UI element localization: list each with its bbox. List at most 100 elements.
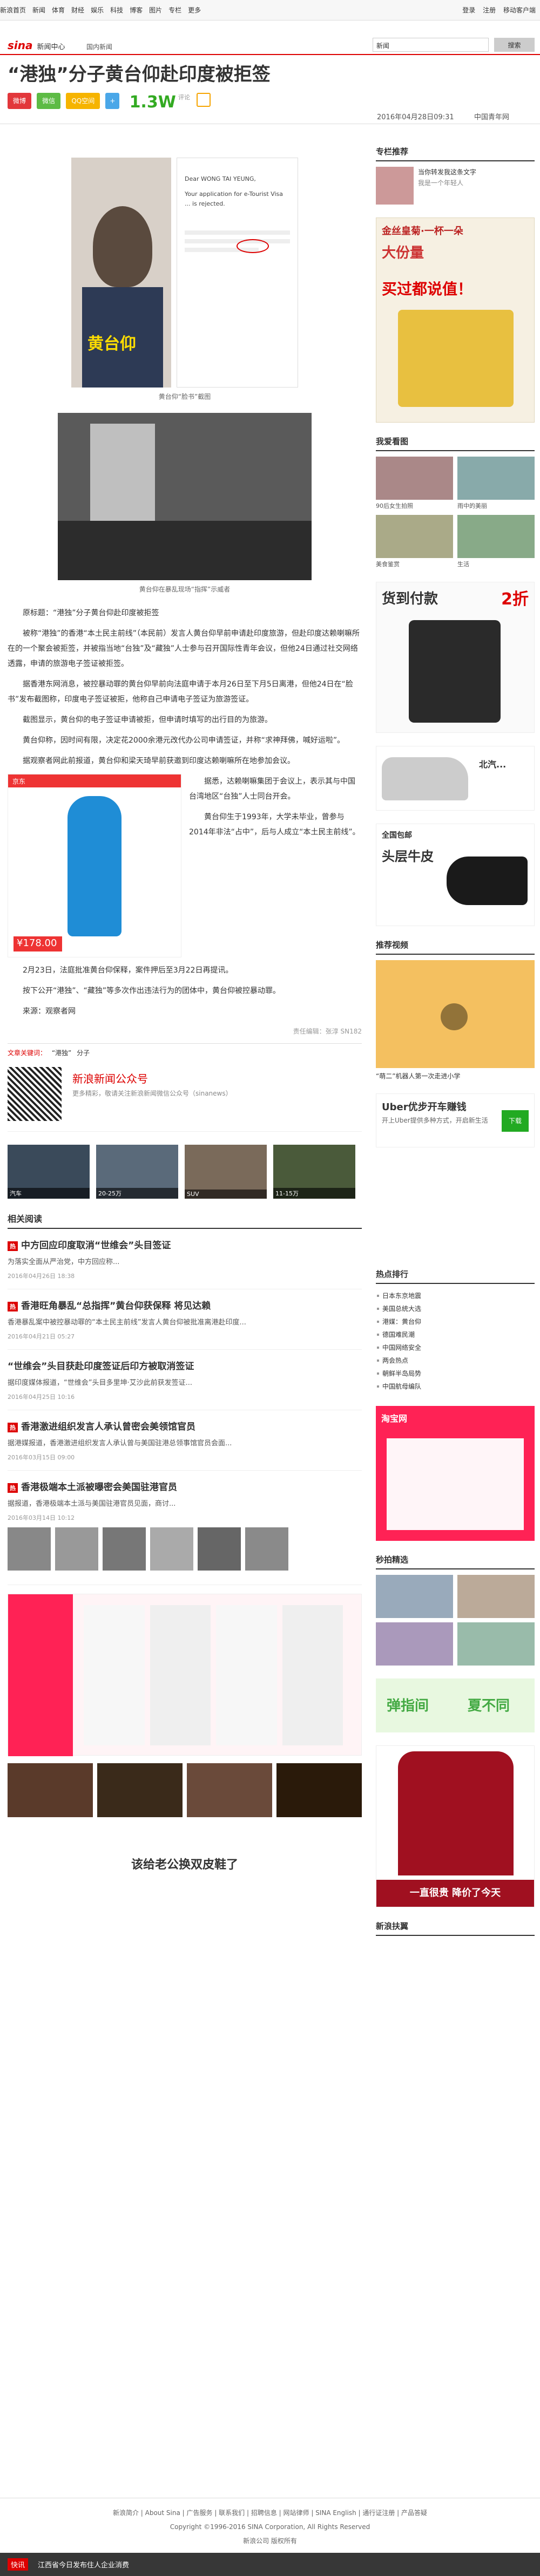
news-item[interactable]: 热香港极端本土派被曝密会美国驻港官员 据报道，香港极端本土派与美国驻港官员见面，商… [8,1471,362,1585]
share-qzone-button[interactable]: QQ空间 [66,93,100,109]
top-nav-item[interactable]: 博客 [130,5,143,15]
site-logo[interactable]: sina 新闻中心 [8,39,65,52]
article-paragraph: 据香港东网消息，被控暴动罪的黄台仰早前向法庭申请于本月26日至下月5日离港，但他… [8,680,353,704]
seckill-item[interactable] [457,1622,535,1666]
car-thumb[interactable]: 20-25万 [96,1145,178,1199]
shoe-ad[interactable]: 该给老公换双皮鞋了 [8,1763,362,1898]
photo-item[interactable]: 美食鉴赏 [376,515,453,569]
news-item[interactable]: “世维会”头目获赴印度签证后印方被取消签证 据印度媒体报道，“世维会”头目多里坤·… [8,1350,362,1410]
portrait-image: 黄台仰 [71,158,171,388]
photo-2-caption: 黄台仰在暴乱现场“指挥”示威者 [139,586,231,593]
car-thumb[interactable]: 11-15万 [273,1145,355,1199]
photo-item[interactable]: 雨中的美丽 [457,457,535,511]
article-paragraph: 2月23日，法庭批准黄台仰保释，案件押后至3月22日再提讯。 [23,966,233,975]
footer-company: 新浪公司 版权所有 [243,2537,297,2545]
related-reading-title: 相关阅读 [8,1212,362,1229]
hot-list-item[interactable]: 美国总统大选 [376,1302,535,1315]
top-nav-item[interactable]: 娱乐 [91,5,104,15]
tea-ad[interactable]: 金丝皇菊·一杯一朵 大份量 买过都说值！ [376,218,535,423]
channel-breadcrumb[interactable]: 国内新闻 [86,42,112,51]
hot-list-item[interactable]: 两会热点 [376,1354,535,1367]
article-paragraph: 被称“港独”的香港“本土民主前线”（本民前）发言人黄台仰早前申请赴印度旅游，但赴… [8,629,360,668]
seckill-item[interactable] [376,1622,453,1666]
article-date: 2016年04月28日09:31 [377,113,454,121]
top-nav-item[interactable]: 图片 [149,5,162,15]
article-source[interactable]: 中国青年网 [474,111,509,121]
top-nav-item[interactable]: 专栏 [168,5,181,15]
wechat-title: 新浪新闻公众号 [72,1072,148,1085]
top-nav-item[interactable]: 体育 [52,5,65,15]
news-item[interactable]: 热中方回应印度取消“世维会”头目签证 为落实全面从严治党，中方回应称... 2016… [8,1229,362,1289]
photo-item[interactable]: 生活 [457,515,535,569]
top-nav-item[interactable]: 新浪首页 [0,5,26,15]
car-thumb[interactable]: 汽车 [8,1145,90,1199]
edit-icon[interactable] [197,93,211,107]
search-scope-select[interactable]: 新闻 [376,41,389,50]
car-thumb[interactable]: SUV [185,1145,267,1199]
article-photo-1: 黄台仰 Dear WONG TAI YEUNG, Your applicatio… [71,158,298,388]
share-more-button[interactable]: + [105,93,120,109]
seckill-item[interactable] [457,1575,535,1618]
news-gallery [8,1527,362,1571]
comment-label[interactable]: 评论 [178,94,190,101]
hot-list-item[interactable]: 中国航母编队 [376,1380,535,1393]
footer-links[interactable]: 新浪简介 | About Sina | 广告服务 | 联系我们 | 招聘信息 |… [0,2506,540,2520]
jd-ad-price: ¥178.00 [14,936,62,951]
hot-list-item[interactable]: 日本东京地震 [376,1289,535,1302]
leather-shoe-ad[interactable]: 全国包邮 头层牛皮 [376,824,535,926]
register-link[interactable]: 注册 [483,6,496,14]
seckill-item[interactable] [376,1575,453,1618]
car-ad[interactable]: 北汽... [376,746,535,811]
top-nav: 新浪首页 新闻 体育 财经 娱乐 科技 博客 图片 专栏 更多 [0,5,207,15]
wechat-promo: 新浪新闻公众号 更多精彩，敬请关注新浪新闻微信公众号（sinanews） [8,1062,362,1132]
share-weibo-button[interactable]: 微博 [8,93,32,109]
top-nav-item[interactable]: 科技 [110,5,123,15]
search-button[interactable]: 搜索 [494,38,535,52]
jd-ad-brand: 京东 [8,774,181,787]
tag-link[interactable]: 分子 [77,1049,90,1057]
mobile-client-link[interactable]: 移动客户端 [503,6,536,14]
login-link[interactable]: 登录 [462,6,475,14]
top-nav-item[interactable]: 财经 [71,5,84,15]
hot-list-item[interactable]: 德国难民潮 [376,1328,535,1341]
uber-ad[interactable]: Uber优步开车赚钱 开上Uber提供多种方式，开启新生活 下载 [376,1093,535,1147]
ticker-tag: 快讯 [8,2558,29,2571]
game-ad[interactable]: 弹指间 夏不同 [376,1678,535,1732]
wedding-ad[interactable] [8,1594,362,1756]
article-paragraph: 原标题：“港独”分子黄台仰赴印度被拒签 [23,609,159,617]
hot-list-item[interactable]: 中国网络安全 [376,1341,535,1354]
news-item[interactable]: 热香港激进组织发言人承认曾密会美领馆官员 据港媒报道，香港激进组织发言人承认曾与美… [8,1410,362,1471]
top-nav-item[interactable]: 新闻 [32,5,45,15]
related-list: 热中方回应印度取消“世维会”头目签证 为落实全面从严治党，中方回应称... 2016… [8,1229,362,1585]
hot-ranking: 热点排行 日本东京地震 美国总统大选 港媒：黄台仰 德国难民潮 中国网络安全 两会热点 朝鲜… [376,1268,535,1393]
uber-download-button[interactable]: 下载 [502,1110,529,1132]
article-paragraph: 据观察者网此前报道，黄台仰和梁天琦早前获邀到印度达赖喇嘛所在地参加会议。 [23,757,295,765]
share-weixin-button[interactable]: 微信 [37,93,61,109]
qr-code-icon [8,1067,62,1121]
hot-list-item[interactable]: 朝鲜半岛局势 [376,1367,535,1380]
column-recommend: 专栏推荐 当你转发我这条文字 我是一个年轻人 [376,146,535,205]
photo-recommend: 我爱看图 90后女生拍照 雨中的美丽 美食鉴赏 生活 [376,436,535,569]
tag-link[interactable]: “港独” [52,1049,71,1057]
wechat-desc: 更多精彩，敬请关注新浪新闻微信公众号（sinanews） [72,1090,232,1097]
article-source-line: 来源：观察者网 [23,1007,76,1016]
shoe-ad-text: 该给老公换双皮鞋了 [8,1839,362,1887]
search-input[interactable]: 新闻 [373,38,489,52]
video-thumb[interactable] [376,960,535,1068]
clothing-ad[interactable]: 一直很贵 降价了今天 [376,1745,535,1907]
site-header: sina 新闻中心 国内新闻 新闻 搜索 [0,33,540,55]
article-tags: 文章关键词： “港独” 分子 [8,1043,362,1062]
right-sidebar: 专栏推荐 当你转发我这条文字 我是一个年轻人 金丝皇菊·一杯一朵 大份量 买过都说… [376,146,535,1949]
article-title: “港独”分子黄台仰赴印度被拒签 [8,64,271,85]
bottom-news-ticker[interactable]: 快讯 江西省今日发布住人企业消费 [0,2553,540,2576]
top-nav-bar: 新浪首页 新闻 体育 财经 娱乐 科技 博客 图片 专栏 更多 登录 注册 移动客户端 [0,0,540,21]
bag-ad[interactable]: 货到付款 2折 [376,582,535,733]
top-nav-item[interactable]: 更多 [188,5,201,15]
news-item[interactable]: 热香港旺角暴乱“总指挥”黄台仰获保释 将见达赖 香港暴乱案中被控暴动罪的“本土民主… [8,1289,362,1350]
hot-list-item[interactable]: 港媒：黄台仰 [376,1315,535,1328]
ticker-text[interactable]: 江西省今日发布住人企业消费 [38,2559,129,2570]
photo-item[interactable]: 90后女生拍照 [376,457,453,511]
article-paragraph: 黄台仰称，因时间有限，决定花2000余港元改代办公司申请签证，并称“求神拜佛，喊… [23,736,345,745]
inline-ad-jd[interactable]: 京东 ¥178.00 [8,774,181,957]
taobao-ad[interactable]: 淘宝网 [376,1406,535,1541]
